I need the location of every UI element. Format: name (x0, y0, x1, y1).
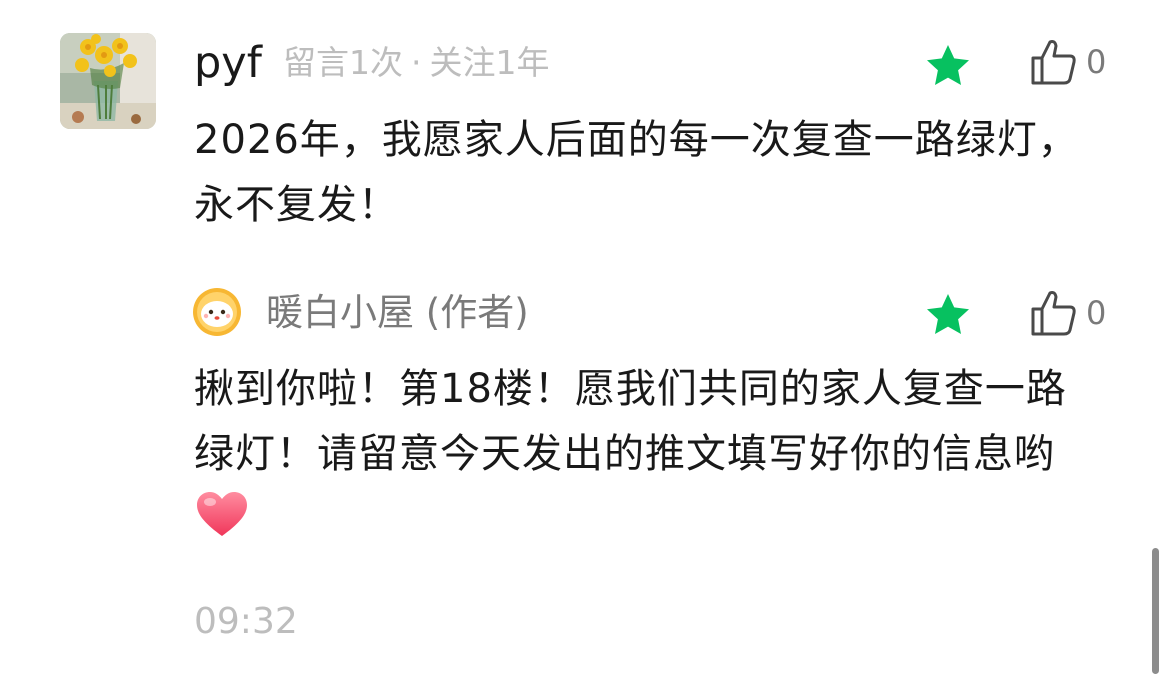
star-icon[interactable] (924, 291, 972, 339)
like-button[interactable]: 0 (1030, 37, 1106, 87)
author-avatar[interactable] (192, 287, 242, 337)
meta-separator: · (411, 43, 422, 82)
reply-text-block: 揪到你啦！第18楼！愿我们共同的家人复查一路绿灯！请留意今天发出的推文填写好你的… (194, 357, 1084, 552)
reply-text: 揪到你啦！第18楼！愿我们共同的家人复查一路绿灯！请留意今天发出的推文填写好你的… (194, 366, 1067, 477)
scrollbar[interactable] (1152, 548, 1159, 674)
thumbs-up-icon (1031, 291, 1076, 336)
author-name[interactable]: 暖白小屋 (作者) (266, 288, 529, 338)
comment-count-text: 留言1次 (283, 43, 403, 82)
user-avatar[interactable] (60, 33, 156, 129)
reply-like-button[interactable]: 0 (1030, 288, 1106, 338)
daffodil-photo-avatar (60, 33, 156, 129)
comment-text: 2026年，我愿家人后面的每一次复查一路绿灯，永不复发！ (194, 117, 1079, 228)
comment-username[interactable]: pyf (194, 36, 262, 90)
star-icon[interactable] (924, 42, 972, 90)
like-count: 0 (1086, 43, 1107, 81)
reply-like-count: 0 (1086, 294, 1107, 332)
timestamp: 09:32 (194, 601, 298, 642)
follow-duration-text: 关注1年 (429, 43, 550, 82)
thumbs-up-icon (1031, 40, 1076, 85)
comment-meta: 留言1次 · 关注1年 (283, 40, 550, 86)
cartoon-face-avatar (193, 288, 241, 336)
heart-emoji-icon (194, 490, 250, 540)
